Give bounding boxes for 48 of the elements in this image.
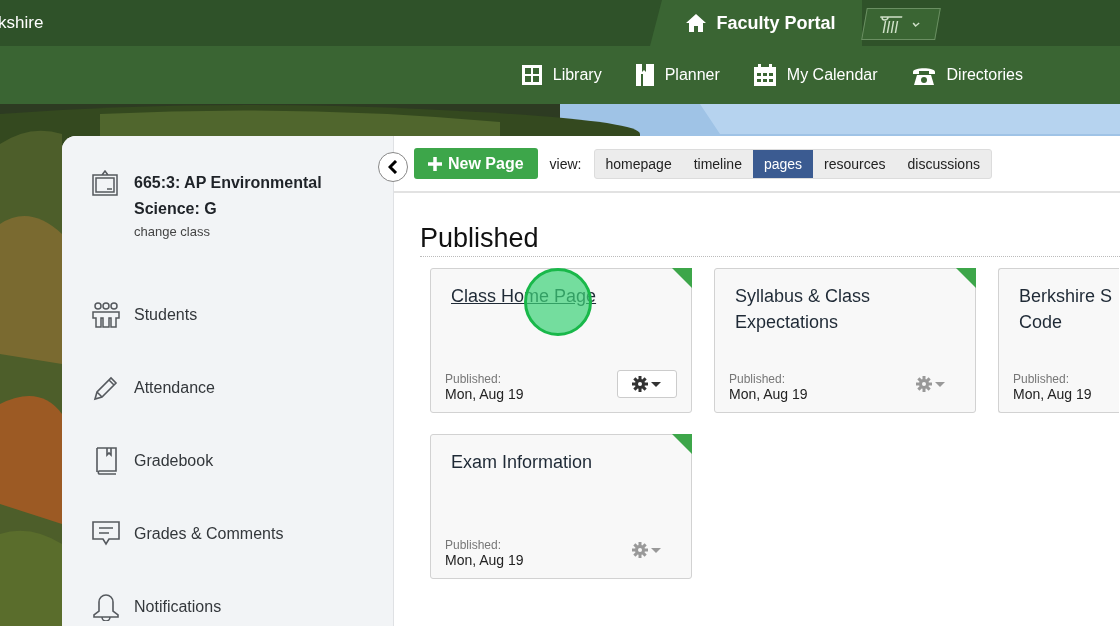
grid-icon	[521, 65, 542, 85]
pencil-icon	[92, 375, 120, 401]
status-label: Published:	[729, 372, 787, 386]
nav-link[interactable]: Directories	[911, 65, 1023, 85]
chalkboard-icon	[92, 170, 118, 196]
calendar-icon	[753, 64, 776, 86]
publish-date: Mon, Aug 19	[445, 386, 524, 402]
telephone-icon	[911, 65, 936, 85]
view-tab[interactable]: homepage	[594, 149, 683, 178]
publish-date: Mon, Aug 19	[729, 386, 808, 402]
settings-icon	[632, 376, 662, 392]
chevron-left-icon	[388, 160, 398, 174]
page-title-link[interactable]: Exam Information	[451, 449, 593, 475]
people-icon	[92, 302, 120, 328]
settings-icon	[916, 376, 946, 392]
change-class-link[interactable]: change class	[134, 224, 210, 239]
sidebar-item[interactable]: Notifications	[92, 592, 393, 622]
nav-link[interactable]: My Calendar	[753, 64, 878, 86]
portal-tab[interactable]: Faculty Portal	[650, 0, 862, 46]
status-label: Published:	[445, 538, 503, 552]
comment-icon	[92, 521, 120, 547]
section-heading: Published	[420, 223, 1120, 257]
view-tab[interactable]: discussions	[896, 149, 991, 178]
view-tab[interactable]: resources	[813, 149, 897, 178]
publish-date: Mon, Aug 19	[445, 552, 524, 568]
page-title-link[interactable]: Syllabus & Class Expectations	[735, 283, 945, 335]
view-tab[interactable]: timeline	[682, 149, 753, 178]
plus-icon	[428, 156, 442, 171]
logo-menu-button[interactable]	[861, 8, 941, 40]
view-label: view:	[549, 155, 582, 172]
planner-icon	[635, 64, 654, 86]
view-tab[interactable]: pages	[752, 149, 814, 178]
sidebar-item[interactable]: Grades & Comments	[92, 519, 393, 549]
sidebar-item[interactable]: Gradebook	[92, 446, 393, 476]
nav-link[interactable]: Planner	[635, 64, 720, 86]
nav-link[interactable]: Library	[521, 65, 602, 85]
page-title-link[interactable]: Berkshire S Code	[1019, 283, 1119, 335]
settings-icon	[632, 542, 662, 558]
sidebar-item[interactable]: Students	[92, 300, 393, 330]
home-icon	[686, 14, 707, 32]
bell-icon	[92, 593, 120, 621]
publish-date: Mon, Aug 19	[1013, 386, 1092, 402]
site-title: kshire	[0, 13, 44, 33]
status-label: Published:	[445, 372, 503, 386]
settings-button[interactable]	[617, 370, 677, 398]
class-title: 665:3: AP Environmental Science: G	[134, 173, 323, 219]
status-label: Published:	[1013, 372, 1071, 386]
sidebar-item[interactable]: Attendance	[92, 373, 393, 403]
